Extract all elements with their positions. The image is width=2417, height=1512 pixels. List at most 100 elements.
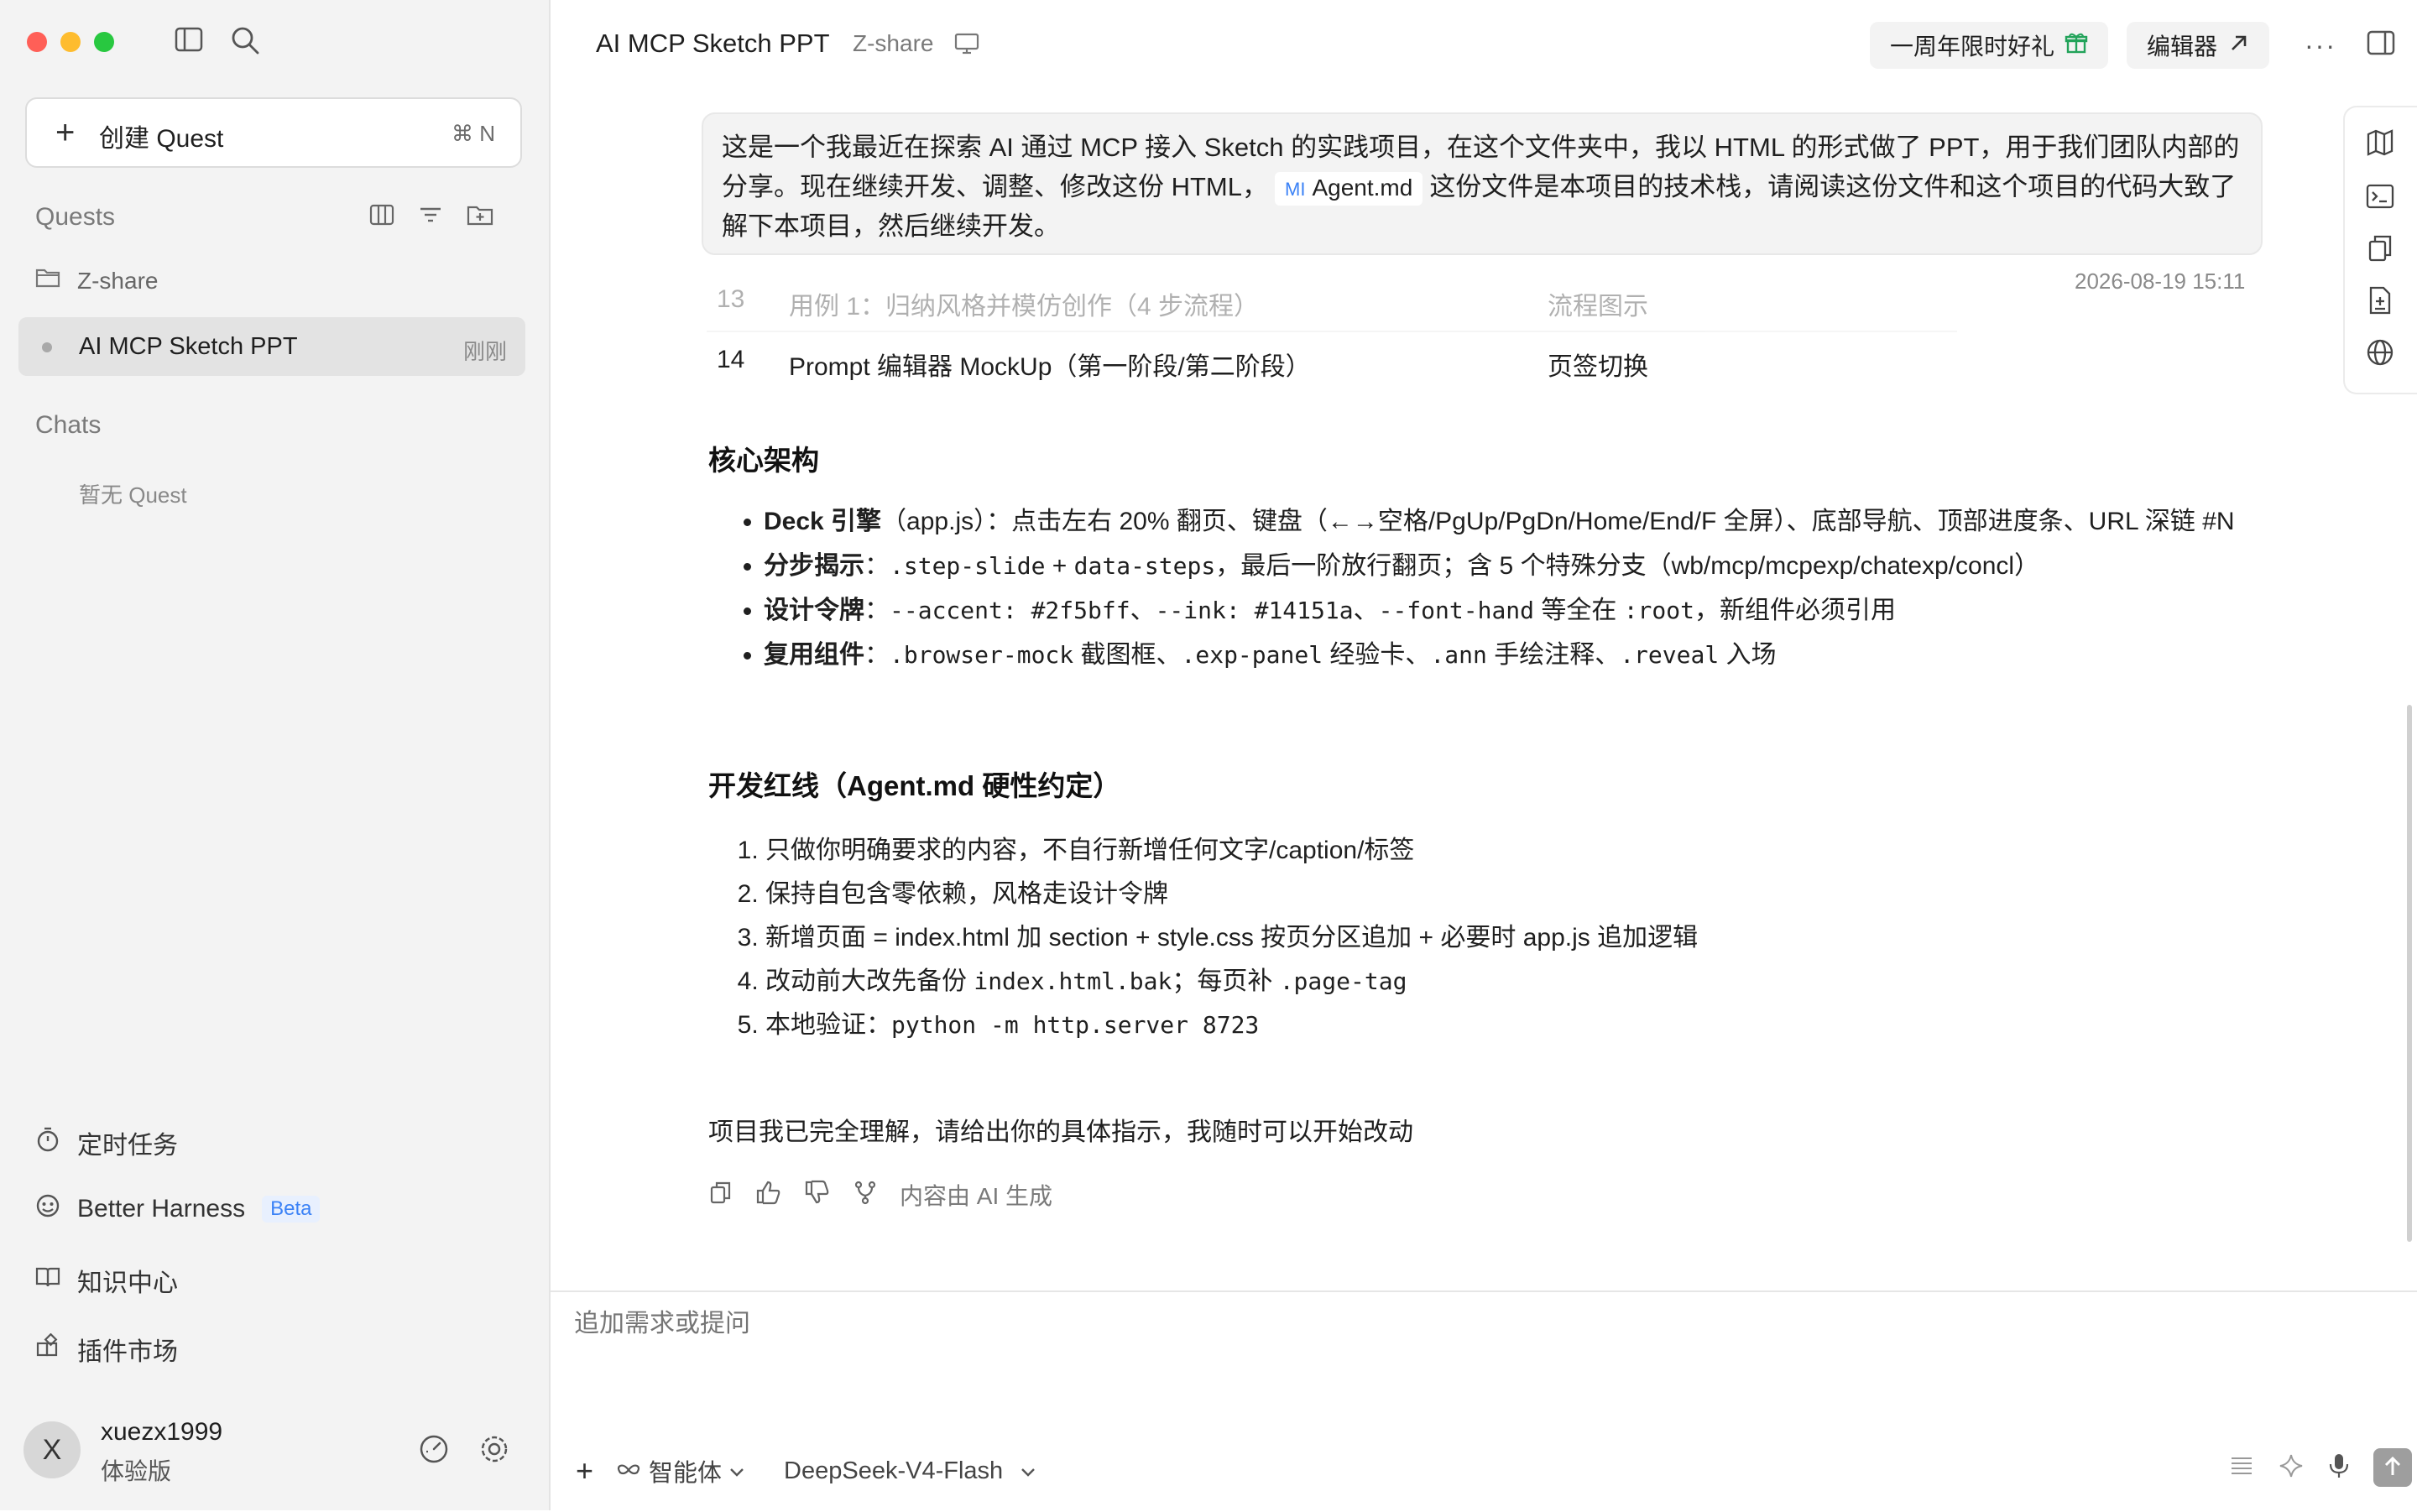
- promo-label: 一周年限时好礼: [1890, 34, 2055, 60]
- new-quest-button[interactable]: + 创建 Quest ⌘ N: [25, 97, 522, 168]
- table-row: 13 用例 1：归纳风格并模仿创作（4 步流程） 流程图示: [707, 289, 1957, 332]
- model-selector[interactable]: DeepSeek-V4-Flash: [784, 1457, 1036, 1485]
- file-chip-label: Agent.md: [1312, 175, 1413, 201]
- status-dot: [42, 342, 52, 352]
- file-chip[interactable]: MI Agent.md: [1275, 172, 1423, 206]
- harness-icon: [35, 1193, 60, 1225]
- folder-icon: [35, 267, 60, 295]
- right-tool-rail: [2343, 106, 2417, 394]
- search-icon[interactable]: [230, 25, 260, 60]
- copy-pages-icon[interactable]: [2365, 233, 2395, 268]
- plugin-icon: [35, 1332, 60, 1365]
- model-label: DeepSeek-V4-Flash: [784, 1457, 1004, 1484]
- user-name: xuezx1999: [101, 1418, 223, 1446]
- document-add-icon[interactable]: [2365, 285, 2395, 320]
- mode-selector[interactable]: 智能体: [615, 1453, 745, 1489]
- nav-knowledge-center[interactable]: 知识中心: [35, 1262, 178, 1299]
- message-actions: 内容由 AI 生成: [708, 1178, 1052, 1212]
- usage-gauge-icon[interactable]: [418, 1433, 450, 1469]
- user-plan: 体验版: [101, 1458, 172, 1484]
- section-heading: 核心架构: [708, 445, 819, 476]
- page-title: AI MCP Sketch PPT: [596, 29, 830, 58]
- closing-text: 项目我已完全理解，请给出你的具体指示，我随时可以开始改动: [708, 1118, 1413, 1146]
- settings-icon[interactable]: [478, 1433, 510, 1469]
- arrow-up-icon: [2383, 1455, 2403, 1481]
- map-icon[interactable]: [2365, 128, 2395, 162]
- nav-label: 定时任务: [77, 1132, 178, 1160]
- table-cell: 14: [717, 346, 745, 373]
- nav-better-harness[interactable]: Better Harness Beta: [35, 1193, 321, 1225]
- redlines-list: 只做你明确要求的内容，不自行新增任何文字/caption/标签 保持自包含零依赖…: [733, 829, 2326, 1047]
- list-item: 新增页面 = index.html 加 section + style.css …: [765, 916, 2326, 960]
- gift-icon: [2065, 31, 2088, 60]
- add-attachment-icon[interactable]: +: [576, 1453, 593, 1489]
- editor-button[interactable]: 编辑器: [2127, 22, 2270, 69]
- nav-plugin-market[interactable]: 插件市场: [35, 1331, 178, 1368]
- window-close-button[interactable]: [27, 32, 47, 52]
- sidebar: + 创建 Quest ⌘ N Quests Z-share AI MCP Ske…: [0, 0, 551, 1510]
- promo-button[interactable]: 一周年限时好礼: [1870, 22, 2109, 69]
- arrow-up-right-icon: [2229, 32, 2249, 59]
- new-quest-label: 创建 Quest: [99, 125, 224, 153]
- thumbs-down-icon[interactable]: [804, 1180, 831, 1211]
- nav-scheduled-tasks[interactable]: 定时任务: [35, 1124, 178, 1161]
- branch-icon[interactable]: [853, 1180, 878, 1211]
- microphone-icon[interactable]: [2328, 1452, 2350, 1483]
- list-item: Deck 引擎（app.js）：点击左右 20% 翻页、键盘（←→空格/PgUp…: [764, 503, 2325, 540]
- table-cell: 页签切换: [1548, 353, 1648, 381]
- scrollbar[interactable]: [2407, 705, 2412, 1242]
- infinity-icon: [615, 1457, 642, 1485]
- list-item: 复用组件：.browser-mock 截图框、.exp-panel 经验卡、.a…: [764, 637, 2325, 674]
- timer-icon: [35, 1126, 60, 1160]
- beta-badge: Beta: [262, 1196, 321, 1223]
- plus-icon: +: [55, 114, 76, 151]
- list-lines-icon[interactable]: [2229, 1453, 2254, 1483]
- composer-toolbar: + 智能体 DeepSeek-V4-Flash: [576, 1453, 1036, 1489]
- table-cell: 流程图示: [1548, 293, 1648, 321]
- chats-empty-text: 暂无 Quest: [79, 482, 187, 508]
- quest-item-active[interactable]: AI MCP Sketch PPT 刚刚: [18, 317, 525, 376]
- new-folder-icon[interactable]: [467, 203, 493, 231]
- mode-label: 智能体: [649, 1460, 723, 1487]
- folder-z-share[interactable]: Z-share: [35, 267, 158, 295]
- message-input[interactable]: [572, 1309, 2170, 1339]
- more-options-icon[interactable]: ···: [2305, 30, 2336, 61]
- architecture-list: Deck 引擎（app.js）：点击左右 20% 翻页、键盘（←→空格/PgUp…: [739, 503, 2325, 681]
- columns-icon[interactable]: [369, 203, 394, 231]
- monitor-icon[interactable]: [953, 32, 980, 60]
- book-icon: [35, 1265, 60, 1296]
- filter-icon[interactable]: [418, 203, 443, 231]
- list-item: 设计令牌：--accent: #2f5bff、--ink: #14151a、--…: [764, 592, 2325, 629]
- avatar[interactable]: X: [23, 1421, 81, 1478]
- main-panel: AI MCP Sketch PPT Z-share 一周年限时好礼 编辑器 ··…: [551, 0, 2417, 1512]
- table-row: 14 Prompt 编辑器 MockUp（第一阶段/第二阶段） 页签切换: [707, 336, 1957, 386]
- window-minimize-button[interactable]: [60, 32, 81, 52]
- window-zoom-button[interactable]: [94, 32, 114, 52]
- thumbs-up-icon[interactable]: [755, 1180, 782, 1211]
- nav-label: 插件市场: [77, 1338, 178, 1366]
- right-panel-toggle-icon[interactable]: [2367, 30, 2395, 60]
- copy-icon[interactable]: [708, 1180, 733, 1211]
- terminal-icon[interactable]: [2365, 181, 2395, 216]
- chevron-down-icon: [728, 1457, 745, 1485]
- list-item: 保持自包含零依赖，风格走设计令牌: [765, 873, 2326, 916]
- section-heading: 开发红线（Agent.md 硬性约定）: [708, 770, 1121, 801]
- folder-label: Z-share: [77, 267, 159, 294]
- list-item: 分步揭示：.step-slide + data-steps，最后一阶放行翻页；含…: [764, 548, 2325, 585]
- user-profile[interactable]: X xuezx1999 体验版: [23, 1418, 527, 1485]
- table-cell: 用例 1：归纳风格并模仿创作（4 步流程）: [789, 293, 1260, 321]
- page-subtitle: Z-share: [853, 30, 934, 56]
- quest-item-time: 刚刚: [462, 339, 507, 364]
- markdown-file-icon: MI: [1285, 179, 1306, 200]
- list-item: 改动前大改先备份 index.html.bak；每页补 .page-tag: [765, 960, 2326, 1004]
- ai-generated-label: 内容由 AI 生成: [900, 1183, 1053, 1209]
- composer: + 智能体 DeepSeek-V4-Flash: [551, 1290, 2417, 1512]
- list-item: 本地验证：python -m http.server 8723: [765, 1004, 2326, 1047]
- sparkle-icon[interactable]: [2278, 1452, 2305, 1483]
- quests-section-title: Quests: [35, 203, 116, 231]
- sidebar-toggle-icon[interactable]: [175, 27, 203, 56]
- globe-icon[interactable]: [2365, 337, 2395, 372]
- send-button[interactable]: [2373, 1448, 2412, 1487]
- nav-label: 知识中心: [77, 1270, 178, 1297]
- user-message-bubble: 这是一个我最近在探索 AI 通过 MCP 接入 Sketch 的实践项目，在这个…: [702, 112, 2263, 255]
